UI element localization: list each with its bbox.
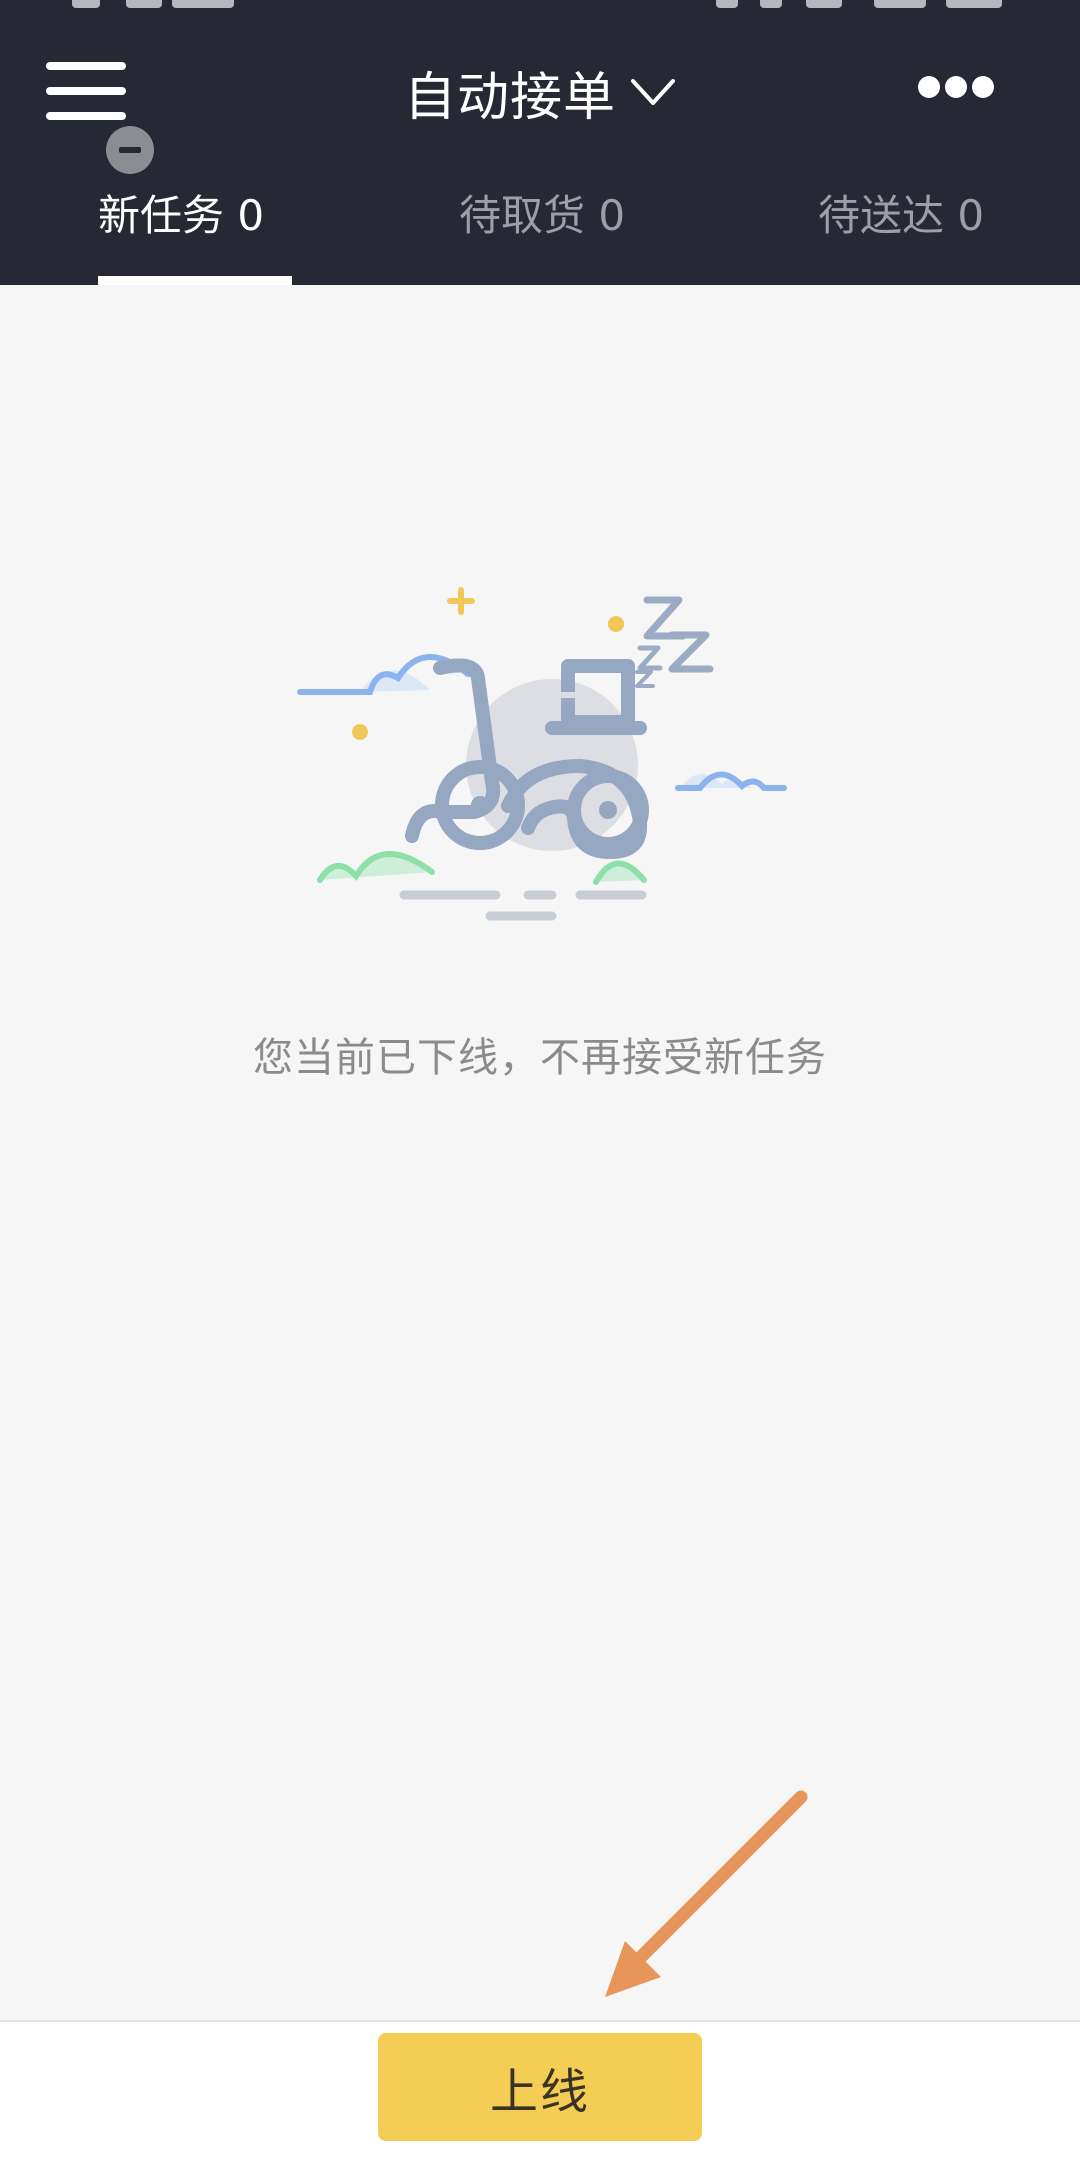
offline-minus-icon xyxy=(106,126,154,174)
status-bar-fragment xyxy=(172,0,234,8)
status-bar-fragment xyxy=(760,0,782,8)
tab-pending-delivery[interactable]: 待送达 0 xyxy=(818,184,984,248)
status-bar-fragment xyxy=(946,0,1002,8)
top-header: 自动接单 新任务 0 待取货 0 待送达 0 xyxy=(0,0,1080,285)
status-bar-fragment xyxy=(806,0,842,8)
arrow-pointer-icon xyxy=(605,1790,808,1997)
status-bar-fragment xyxy=(716,0,738,8)
chevron-down-icon xyxy=(631,79,675,105)
page-title: 自动接单 xyxy=(403,67,616,128)
status-bar-fragment xyxy=(126,0,162,8)
offline-message: 您当前已下线，不再接受新任务 xyxy=(253,1035,827,1081)
more-dots-icon[interactable] xyxy=(918,74,994,100)
sleeping-scooter-illustration xyxy=(297,587,787,921)
status-bar-fragment xyxy=(72,0,100,8)
status-bar-fragment xyxy=(874,0,926,8)
go-online-button[interactable]: 上线 xyxy=(378,2033,702,2141)
tab-pending-pickup[interactable]: 待取货 0 xyxy=(459,184,625,248)
tab-new-tasks[interactable]: 新任务 0 xyxy=(98,184,264,248)
active-tab-indicator xyxy=(98,276,292,285)
